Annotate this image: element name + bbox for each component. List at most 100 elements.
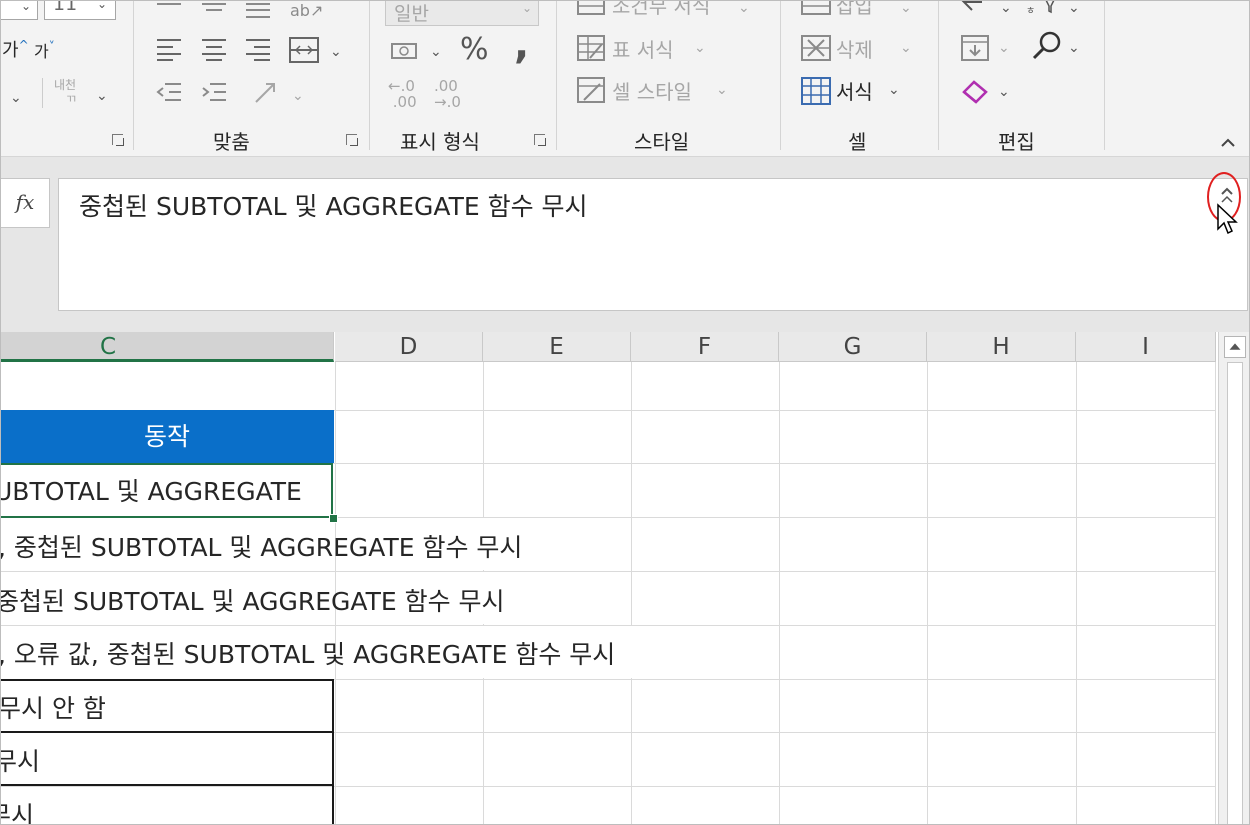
cell-styles-dropdown[interactable]: ⌄ xyxy=(716,82,728,98)
decrease-decimal-button[interactable]: .00 →.0 xyxy=(434,78,461,110)
autosum-icon[interactable] xyxy=(960,0,986,18)
find-select-dropdown[interactable]: ⌄ xyxy=(1068,40,1080,56)
sort-filter-dropdown[interactable]: ⌄ xyxy=(1068,0,1080,16)
increase-indent-icon[interactable] xyxy=(200,80,228,106)
phonetic-guide-button[interactable]: 내천 ㄲ xyxy=(54,78,76,106)
mouse-pointer-icon xyxy=(1217,203,1238,235)
cell-styles-icon[interactable] xyxy=(576,76,606,104)
vertical-scrollbar[interactable] xyxy=(1218,332,1250,825)
insert-cells-icon[interactable] xyxy=(800,0,832,18)
conditional-formatting-label[interactable]: 조건부 서식 xyxy=(612,0,710,19)
ribbon: ⌄ 11 ⌄ 가^ 가˅ ⌄ 내천 ㄲ ⌄ ab↗ ⌄ ⌄ 맞춤 일반 ⌄ ⌄ … xyxy=(0,0,1250,157)
cell-c-row6[interactable]: 무시 xyxy=(0,742,40,778)
wrap-orientation-icon[interactable] xyxy=(252,78,288,108)
cell-c-row5[interactable]: 무시 안 함 xyxy=(0,689,106,725)
cell-c-row2[interactable]: , 중첩된 SUBTOTAL 및 AGGREGATE 함수 무시 xyxy=(0,528,522,564)
align-center-icon[interactable] xyxy=(200,36,228,62)
increase-decimal-button[interactable]: ←.0 .00 xyxy=(388,78,417,110)
format-cells-icon[interactable] xyxy=(800,76,832,106)
fill-dropdown[interactable]: ⌄ xyxy=(998,40,1010,56)
clear-eraser-icon[interactable] xyxy=(960,78,992,104)
column-header-d[interactable]: D xyxy=(335,332,483,362)
svg-text:ㅎ: ㅎ xyxy=(1026,6,1035,17)
cell-styles-label[interactable]: 셀 스타일 xyxy=(612,76,692,105)
sort-filter-icon[interactable]: ㅎ xyxy=(1026,0,1066,18)
editing-group-label: 편집 xyxy=(998,130,1035,154)
svg-text:ab↗: ab↗ xyxy=(290,1,322,20)
top-align-icon[interactable] xyxy=(155,0,183,14)
column-header-e[interactable]: E xyxy=(483,332,631,362)
orientation-dropdown[interactable]: ⌄ xyxy=(292,88,304,104)
accounting-format-icon[interactable] xyxy=(388,38,422,64)
format-cells-dropdown[interactable]: ⌄ xyxy=(888,82,900,98)
merge-dropdown[interactable]: ⌄ xyxy=(330,44,342,60)
font-color-dropdown[interactable]: ⌄ xyxy=(10,90,22,106)
group-separator xyxy=(133,0,134,150)
font-name-dropdown[interactable]: ⌄ xyxy=(0,0,38,20)
group-divider xyxy=(42,78,43,108)
group-separator xyxy=(369,0,370,150)
format-as-table-icon[interactable] xyxy=(576,34,606,62)
conditional-formatting-dropdown[interactable]: ⌄ xyxy=(738,0,750,16)
gridline xyxy=(927,362,928,825)
column-header-f[interactable]: F xyxy=(631,332,779,362)
cell-c-row4[interactable]: , 오류 값, 중첩된 SUBTOTAL 및 AGGREGATE 함수 무시 xyxy=(0,635,615,671)
font-size-value: 11 xyxy=(53,0,78,15)
column-header-h[interactable]: H xyxy=(927,332,1076,362)
decrease-indent-icon[interactable] xyxy=(155,80,183,106)
group-separator xyxy=(938,0,939,150)
clear-dropdown[interactable]: ⌄ xyxy=(998,84,1010,100)
format-as-table-label[interactable]: 표 서식 xyxy=(612,34,674,63)
column-header-g[interactable]: G xyxy=(779,332,927,362)
merge-center-icon[interactable] xyxy=(288,36,320,64)
autosum-dropdown[interactable]: ⌄ xyxy=(1000,0,1012,16)
align-left-icon[interactable] xyxy=(155,36,183,62)
find-select-icon[interactable] xyxy=(1030,30,1064,62)
font-size-dropdown[interactable]: 11 ⌄ xyxy=(44,0,116,20)
insert-cells-label[interactable]: 삽입 xyxy=(836,0,873,19)
cell-c-row7[interactable]: 무시 xyxy=(0,796,34,825)
orientation-icon[interactable]: ab↗ xyxy=(290,0,322,22)
alignment-group-label: 맞춤 xyxy=(213,130,250,154)
gridline xyxy=(779,362,780,825)
table-header-cell[interactable]: 동작 xyxy=(0,410,334,463)
align-right-icon[interactable] xyxy=(244,36,272,62)
bottom-align-icon[interactable] xyxy=(244,0,272,22)
cell-c-row3[interactable]: 중첩된 SUBTOTAL 및 AGGREGATE 함수 무시 xyxy=(0,582,505,618)
grow-font-button[interactable]: 가^ xyxy=(2,36,29,62)
scroll-up-arrow-icon[interactable] xyxy=(1224,336,1246,358)
comma-style-button[interactable]: , xyxy=(514,22,529,68)
delete-cells-icon[interactable] xyxy=(800,34,832,62)
group-separator xyxy=(556,0,557,150)
number-dialog-launcher[interactable] xyxy=(534,134,546,146)
collapse-ribbon-icon[interactable] xyxy=(1218,134,1238,150)
delete-cells-dropdown[interactable]: ⌄ xyxy=(900,40,912,56)
font-dialog-launcher[interactable] xyxy=(112,134,124,146)
scroll-thumb[interactable] xyxy=(1227,362,1243,825)
formula-input[interactable]: 중첩된 SUBTOTAL 및 AGGREGATE 함수 무시 xyxy=(58,178,1248,311)
conditional-formatting-icon[interactable] xyxy=(576,0,606,18)
bordered-cell xyxy=(0,732,334,786)
delete-cells-label[interactable]: 삭제 xyxy=(836,34,873,63)
fill-icon[interactable] xyxy=(960,34,990,62)
number-group-label: 표시 형식 xyxy=(400,130,480,154)
format-as-table-dropdown[interactable]: ⌄ xyxy=(694,40,706,56)
number-format-value: 일반 xyxy=(394,3,429,25)
fill-handle[interactable] xyxy=(329,514,338,523)
column-header-i[interactable]: I xyxy=(1076,332,1216,362)
gridline xyxy=(1215,362,1216,825)
format-cells-label[interactable]: 서식 xyxy=(836,76,873,105)
phonetic-dropdown[interactable]: ⌄ xyxy=(96,88,108,104)
middle-align-icon[interactable] xyxy=(200,0,228,14)
gridline xyxy=(1076,362,1077,825)
insert-function-button[interactable]: fx xyxy=(0,178,50,228)
accounting-dropdown[interactable]: ⌄ xyxy=(430,44,442,60)
percent-style-button[interactable]: % xyxy=(460,32,489,67)
column-header-c[interactable]: C xyxy=(0,332,334,362)
alignment-dialog-launcher[interactable] xyxy=(346,134,358,146)
cell-c-row1[interactable]: UBTOTAL 및 AGGREGATE xyxy=(0,472,302,508)
insert-cells-dropdown[interactable]: ⌄ xyxy=(900,0,912,16)
shrink-font-button[interactable]: 가˅ xyxy=(34,38,55,62)
worksheet-grid[interactable]: C D E F G H I 동작 UBTOTAL 및 AGGREGATE , 중… xyxy=(0,332,1216,825)
styles-group-label: 스타일 xyxy=(634,130,690,154)
